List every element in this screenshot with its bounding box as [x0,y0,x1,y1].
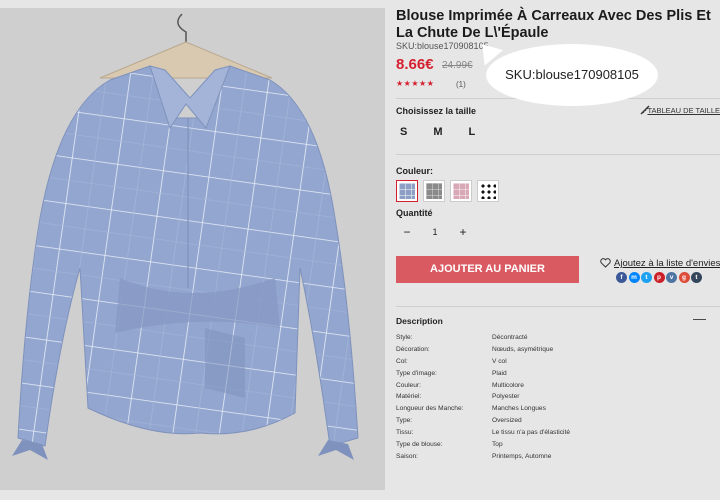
spec-row: Saison: Printemps, Automne [396,453,720,465]
messenger-icon[interactable]: m [628,272,640,283]
size-guide-link[interactable]: TABLEAU DE TAILLE [647,106,720,115]
quantity-plus-button[interactable]: + [452,225,474,239]
spec-row: Décoration: Nœuds, asymétrique [396,346,720,358]
color-label: Couleur: [396,166,433,176]
quantity-value[interactable]: 1 [418,227,452,237]
spec-value: Oversized [492,417,522,425]
collapse-icon[interactable]: — [693,311,706,326]
product-title: Blouse Imprimée À Carreaux Avec Des Plis… [396,8,711,41]
size-options: S M L [396,124,479,140]
swatch-pink[interactable] [450,180,472,202]
sku-callout-text: SKU:blouse170908105 [505,67,639,82]
spec-key: Type: [396,417,413,425]
spec-row: Style: Décontracté [396,334,720,346]
blouse-illustration [12,13,359,460]
google-plus-icon[interactable]: g [678,272,690,283]
rating-stars[interactable]: ★★★★★ [396,79,434,88]
divider [396,154,720,155]
facebook-icon[interactable]: f [616,272,627,283]
spec-row: Tissu: Le tissu n'a pas d'élasticité [396,429,720,441]
social-share-bar: f m t p v g t [616,272,702,283]
heart-icon [600,258,611,268]
size-option-l[interactable]: L [465,124,480,140]
spec-key: Longueur des Manche: [396,405,464,413]
spec-key: Tissu: [396,429,414,437]
spec-row: Matériel: Polyester [396,393,720,405]
spec-key: Décoration: [396,345,430,353]
spec-value: Printemps, Automne [492,452,552,460]
spec-row: Type: Oversized [396,417,720,429]
spec-row: Type de blouse: Top [396,441,720,453]
spec-value: Décontracté [492,334,528,341]
spec-row: Col: V col [396,358,720,370]
description-title[interactable]: Description [396,316,443,326]
spec-value: Manches Longues [492,405,546,413]
spec-key: Saison: [396,452,418,460]
spec-key: Couleur: [396,381,421,389]
quantity-stepper: − 1 + [396,225,474,239]
review-count[interactable]: (1) [456,80,466,89]
add-to-cart-button[interactable]: AJOUTER AU PANIER [396,256,579,283]
quantity-label: Quantité [396,208,433,218]
vk-icon[interactable]: v [666,272,677,283]
swatch-polka-dot[interactable] [477,180,499,202]
size-option-m[interactable]: M [429,124,446,140]
tumblr-icon[interactable]: t [691,272,702,283]
quantity-minus-button[interactable]: − [396,225,418,239]
size-label: Choisissez la taille [396,106,477,116]
swatch-grey[interactable] [423,180,445,202]
spec-key: Type d'image: [396,369,437,377]
spec-row: Type d'image: Plaid [396,370,720,382]
color-swatches [396,180,499,202]
spec-value: Nœuds, asymétrique [492,345,554,353]
spec-key: Matériel: [396,393,422,401]
spec-key: Col: [396,357,408,365]
spec-key: Style: [396,334,413,341]
spec-value: Polyester [492,393,520,401]
spec-row: Couleur: Multicolore [396,382,720,394]
pinterest-icon[interactable]: p [653,272,665,283]
divider [396,306,720,307]
spec-row: Longueur des Manche: Manches Longues [396,405,720,417]
twitter-icon[interactable]: t [641,272,652,283]
current-price: 8.66€ [396,56,434,73]
size-option-s[interactable]: S [396,124,411,140]
spec-key: Type de blouse: [396,441,443,449]
swatch-blue-plaid[interactable] [396,180,418,202]
spec-value: Top [492,441,503,449]
spec-value: V col [492,357,507,365]
wishlist-link[interactable]: Ajoutez à la liste d'envies [614,258,720,269]
spec-value: Multicolore [492,381,524,389]
original-price: 24.99€ [442,60,473,71]
spec-value: Plaid [492,369,507,377]
spec-table: Style: Décontracté Décoration: Nœuds, asym… [396,334,720,465]
product-image[interactable] [0,8,385,490]
spec-value: Le tissu n'a pas d'élasticité [492,429,571,437]
